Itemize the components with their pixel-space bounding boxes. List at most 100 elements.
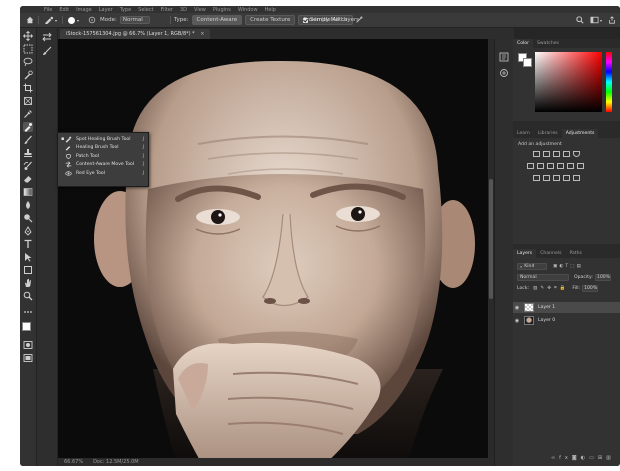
brush-size-picker[interactable]: ▾ xyxy=(68,15,79,25)
layer-name[interactable]: Layer 1 xyxy=(538,305,555,310)
link-layers-icon[interactable]: ∞ xyxy=(551,455,559,461)
crop-tool-icon[interactable] xyxy=(23,83,33,93)
posterize-icon[interactable] xyxy=(543,175,550,181)
color-balance-icon[interactable] xyxy=(537,163,544,169)
workspace-icon[interactable]: ▾ xyxy=(590,15,602,25)
threshold-icon[interactable] xyxy=(553,175,560,181)
menu-help[interactable]: Help xyxy=(265,7,276,13)
tab-libraries[interactable]: Libraries xyxy=(534,129,562,138)
marquee-tool-icon[interactable] xyxy=(23,44,33,54)
tab-learn[interactable]: Learn xyxy=(513,129,534,138)
brush-preset-icon[interactable] xyxy=(42,46,52,56)
levels-icon[interactable] xyxy=(543,151,550,157)
photo-filter-icon[interactable] xyxy=(557,163,564,169)
menu-select[interactable]: Select xyxy=(138,7,153,13)
color-panel-swatches[interactable] xyxy=(518,53,532,67)
lock-icons[interactable]: ▨✎✥⌗🔒 xyxy=(533,285,568,291)
share-icon[interactable] xyxy=(608,15,616,25)
hand-tool-icon[interactable] xyxy=(23,278,33,288)
layer-name[interactable]: Layer 0 xyxy=(538,318,555,323)
history-brush-tool-icon[interactable] xyxy=(23,161,33,171)
adjustment-layer-icon[interactable]: ◐ xyxy=(581,455,589,461)
tab-channels[interactable]: Channels xyxy=(536,249,565,258)
screen-mode-icon[interactable] xyxy=(23,353,33,363)
add-mask-icon[interactable]: ◙ xyxy=(572,455,581,461)
tab-swatches[interactable]: Swatches xyxy=(533,39,563,48)
layer-filter-icons[interactable]: ▣◐T⬚▤ xyxy=(553,264,583,269)
brush-settings-icon[interactable] xyxy=(88,15,96,25)
visibility-eye-icon[interactable]: ◉ xyxy=(513,305,521,311)
menu-view[interactable]: View xyxy=(194,7,206,13)
selective-color-icon[interactable] xyxy=(573,175,580,181)
menu-edit[interactable]: Edit xyxy=(59,7,69,13)
exposure-icon[interactable] xyxy=(563,151,570,157)
new-group-icon[interactable]: ▭ xyxy=(589,455,598,461)
mode-select[interactable]: Normal xyxy=(119,16,150,24)
menu-filter[interactable]: Filter xyxy=(161,7,173,13)
vibrance-icon[interactable] xyxy=(573,151,580,157)
home-icon[interactable] xyxy=(26,15,34,25)
menu-3d[interactable]: 3D xyxy=(180,7,187,13)
artboard-icon[interactable] xyxy=(42,32,52,42)
menu-window[interactable]: Window xyxy=(238,7,258,13)
gradient-map-icon[interactable] xyxy=(563,175,570,181)
tab-layers[interactable]: Layers xyxy=(513,249,537,258)
color-lookup-icon[interactable] xyxy=(577,163,584,169)
history-panel-icon[interactable] xyxy=(499,47,509,62)
spot-healing-tool-icon[interactable] xyxy=(23,122,33,132)
opacity-input[interactable]: 100% xyxy=(594,273,611,281)
brush-tool-icon[interactable] xyxy=(23,135,33,145)
flyout-item-red-eye[interactable]: Red Eye Tool J xyxy=(58,169,148,178)
zoom-tool-icon[interactable] xyxy=(23,291,33,301)
layer-row[interactable]: ◉ Layer 0 xyxy=(513,315,620,326)
curves-icon[interactable] xyxy=(553,151,560,157)
pen-tool-icon[interactable] xyxy=(23,226,33,236)
tab-adjustments[interactable]: Adjustments xyxy=(561,129,599,138)
document-tab[interactable]: iStock-157561304.jpg @ 66.7% (Layer 1, R… xyxy=(60,29,211,39)
close-tab-icon[interactable]: × xyxy=(200,31,204,37)
visibility-eye-icon[interactable]: ◉ xyxy=(513,318,521,324)
channel-mixer-icon[interactable] xyxy=(567,163,574,169)
flyout-item-healing-brush[interactable]: Healing Brush Tool J xyxy=(58,144,148,153)
layer-row[interactable]: ◉ Layer 1 xyxy=(513,302,620,313)
sample-all-layers-checkbox[interactable]: Sample All Layers xyxy=(303,15,359,25)
search-icon[interactable] xyxy=(576,15,584,25)
tab-color[interactable]: Color xyxy=(513,39,533,48)
color-swatches[interactable] xyxy=(22,322,35,335)
eyedropper-tool-icon[interactable] xyxy=(23,109,33,119)
eraser-tool-icon[interactable] xyxy=(23,174,33,184)
menu-plugins[interactable]: Plugins xyxy=(213,7,231,13)
quick-selection-tool-icon[interactable] xyxy=(23,70,33,80)
invert-icon[interactable] xyxy=(533,175,540,181)
dodge-tool-icon[interactable] xyxy=(23,213,33,223)
hue-slider[interactable] xyxy=(606,52,612,112)
tab-paths[interactable]: Paths xyxy=(565,249,586,258)
content-aware-button[interactable]: Content-Aware xyxy=(191,15,243,25)
menu-image[interactable]: Image xyxy=(76,7,92,13)
move-tool-icon[interactable] xyxy=(23,31,33,41)
spot-healing-brush-icon[interactable]: ▾ xyxy=(44,15,57,25)
zoom-readout[interactable]: 66.67% xyxy=(64,459,83,465)
blur-tool-icon[interactable] xyxy=(23,200,33,210)
stamp-tool-icon[interactable] xyxy=(23,148,33,158)
flyout-item-patch[interactable]: Patch Tool J xyxy=(58,152,148,161)
layer-kind-filter[interactable]: ⌕ Kind xyxy=(517,262,547,270)
quick-mask-icon[interactable] xyxy=(23,340,33,350)
fill-input[interactable]: 100% xyxy=(582,284,599,292)
type-tool-icon[interactable] xyxy=(23,239,33,249)
menu-type[interactable]: Type xyxy=(120,7,131,13)
brightness-contrast-icon[interactable] xyxy=(533,151,540,157)
scrollbar-thumb[interactable] xyxy=(489,179,493,299)
color-field[interactable] xyxy=(535,52,602,112)
blend-mode-select[interactable]: Normal xyxy=(517,273,569,281)
menu-file[interactable]: File xyxy=(44,7,52,13)
layer-style-icon[interactable]: fx xyxy=(559,455,572,461)
properties-panel-icon[interactable] xyxy=(499,63,509,77)
black-white-icon[interactable] xyxy=(547,163,554,169)
delete-layer-icon[interactable]: ▥ xyxy=(606,455,615,461)
panel-background-swatch[interactable] xyxy=(523,58,532,67)
pressure-icon[interactable] xyxy=(355,15,363,25)
shape-tool-icon[interactable] xyxy=(23,265,33,275)
menu-layer[interactable]: Layer xyxy=(99,7,113,13)
gradient-tool-icon[interactable] xyxy=(23,187,33,197)
